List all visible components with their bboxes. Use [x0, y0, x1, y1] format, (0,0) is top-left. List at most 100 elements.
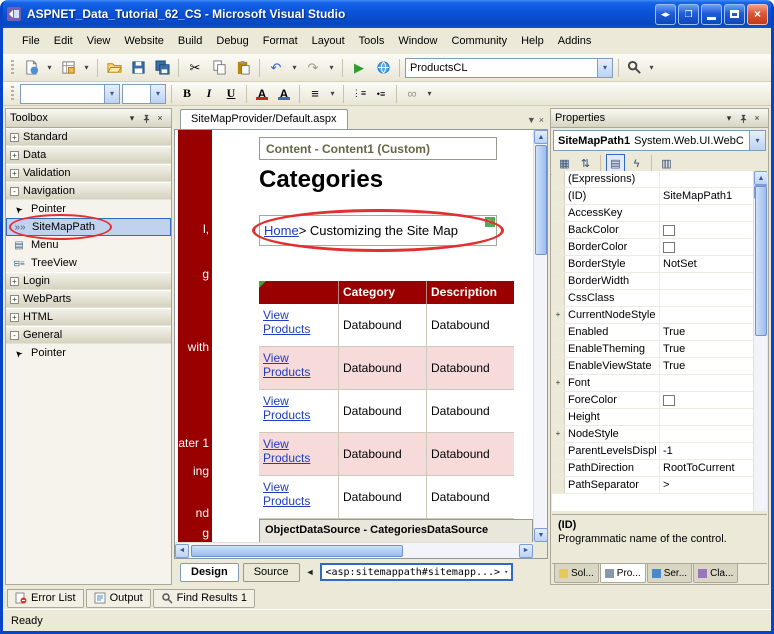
- toolbox-window-menu-icon[interactable]: ▾: [125, 111, 139, 125]
- property-row[interactable]: BorderStyleNotSet: [552, 256, 767, 273]
- navigate-combobox-dropdown-icon[interactable]: ▾: [597, 59, 612, 77]
- toolbox-item-pointer[interactable]: ➤ Pointer: [6, 200, 171, 218]
- property-row[interactable]: (Expressions): [552, 171, 767, 188]
- close-document-icon[interactable]: ×: [539, 115, 544, 125]
- menu-format[interactable]: Format: [256, 31, 305, 51]
- tab-properties[interactable]: Pro...: [600, 564, 646, 583]
- menu-view[interactable]: View: [80, 31, 118, 51]
- property-row[interactable]: +NodeStyle: [552, 426, 767, 443]
- float-panes-button[interactable]: ◂▸: [655, 4, 676, 25]
- align-dropdown-icon[interactable]: ▾: [327, 83, 338, 105]
- toolbox-item-sitemappath[interactable]: »» SiteMapPath: [6, 218, 171, 236]
- vertical-scroll-thumb[interactable]: [535, 145, 547, 255]
- smart-tag-icon[interactable]: ▸: [485, 217, 495, 227]
- properties-pin-icon[interactable]: [736, 111, 750, 125]
- tag-navigator-left-icon[interactable]: ◄: [304, 567, 317, 577]
- tag-navigator-selected[interactable]: <asp:sitemappath#sitemapp...> ▾: [320, 563, 513, 581]
- find-in-files-icon[interactable]: [624, 58, 644, 78]
- tab-solution-explorer[interactable]: Sol...: [554, 564, 599, 583]
- toolbar-grip[interactable]: [11, 86, 14, 102]
- menu-debug[interactable]: Debug: [209, 31, 255, 51]
- maximize-button[interactable]: [724, 4, 745, 25]
- property-row[interactable]: +Font: [552, 375, 767, 392]
- font-name-combobox[interactable]: ▾: [20, 84, 120, 104]
- restore-layout-button[interactable]: ❐: [678, 4, 699, 25]
- property-row[interactable]: EnabledTrue: [552, 324, 767, 341]
- scroll-up-icon[interactable]: ▲: [754, 171, 767, 185]
- horizontal-scroll-thumb[interactable]: [191, 545, 403, 557]
- source-view-button[interactable]: Source: [243, 563, 300, 582]
- toolbar-grip[interactable]: [11, 60, 14, 76]
- toolbox-section-validation[interactable]: + Validation: [6, 164, 171, 182]
- redo-icon[interactable]: ↷: [302, 57, 324, 79]
- new-website-icon[interactable]: [20, 57, 42, 79]
- numbered-list-icon[interactable]: ⋮≡: [349, 84, 369, 104]
- tab-class-view[interactable]: Cla...: [693, 564, 738, 583]
- categories-gridview[interactable]: Category Description View Products Datab…: [259, 281, 514, 519]
- toolbox-section-standard[interactable]: + Standard: [6, 128, 171, 146]
- menu-window[interactable]: Window: [391, 31, 444, 51]
- tab-output[interactable]: Output: [86, 589, 151, 608]
- add-item-dropdown-icon[interactable]: ▾: [81, 57, 92, 79]
- scroll-down-icon[interactable]: ▼: [534, 528, 548, 542]
- new-website-dropdown-icon[interactable]: ▾: [44, 57, 55, 79]
- design-horizontal-scrollbar[interactable]: ◄ ►: [175, 542, 533, 558]
- property-row[interactable]: BorderColor: [552, 239, 767, 256]
- toolbar-options-icon[interactable]: ▾: [646, 57, 657, 79]
- toolbox-section-html[interactable]: + HTML: [6, 308, 171, 326]
- toolbox-section-login[interactable]: + Login: [6, 272, 171, 290]
- properties-window-menu-icon[interactable]: ▾: [722, 111, 736, 125]
- font-size-combobox[interactable]: ▾: [122, 84, 166, 104]
- view-products-link[interactable]: View Products: [263, 437, 315, 465]
- design-view-button[interactable]: Design: [180, 563, 239, 582]
- italic-button[interactable]: I: [199, 84, 219, 104]
- redo-dropdown-icon[interactable]: ▾: [326, 57, 337, 79]
- menu-help[interactable]: Help: [514, 31, 551, 51]
- bold-button[interactable]: B: [177, 84, 197, 104]
- navigate-combobox[interactable]: ProductsCL ▾: [405, 58, 613, 78]
- vertical-scroll-thumb[interactable]: [755, 186, 767, 336]
- undo-icon[interactable]: ↶: [265, 57, 287, 79]
- sitemappath-control[interactable]: Home > Customizing the Site Map ▸: [259, 215, 497, 246]
- toolbox-pin-icon[interactable]: [139, 111, 153, 125]
- scroll-up-icon[interactable]: ▲: [534, 130, 548, 144]
- open-file-icon[interactable]: [103, 57, 125, 79]
- save-icon[interactable]: [127, 57, 149, 79]
- cut-icon[interactable]: ✂: [184, 57, 206, 79]
- view-products-link[interactable]: View Products: [263, 308, 315, 336]
- menu-community[interactable]: Community: [444, 31, 514, 51]
- align-icon[interactable]: ≡: [305, 84, 325, 104]
- save-all-icon[interactable]: [151, 57, 173, 79]
- property-row[interactable]: (ID)SiteMapPath1: [552, 188, 767, 205]
- property-row[interactable]: BackColor: [552, 222, 767, 239]
- propgrid-scrollbar[interactable]: ▲ ▼: [753, 171, 767, 511]
- title-bar[interactable]: ASPNET_Data_Tutorial_62_CS - Microsoft V…: [0, 0, 774, 28]
- bullet-list-icon[interactable]: •≡: [371, 84, 391, 104]
- toolbox-section-webparts[interactable]: + WebParts: [6, 290, 171, 308]
- property-row[interactable]: +CurrentNodeStyle: [552, 307, 767, 324]
- font-size-dropdown-icon[interactable]: ▾: [150, 85, 165, 103]
- property-row[interactable]: ForeColor: [552, 392, 767, 409]
- scroll-right-icon[interactable]: ►: [519, 544, 533, 558]
- design-surface[interactable]: l, g with ater 1 ing nd g Content - Cont…: [175, 130, 533, 542]
- property-row[interactable]: EnableThemingTrue: [552, 341, 767, 358]
- object-selector-dropdown-icon[interactable]: ▾: [749, 131, 765, 150]
- content-placeholder-header[interactable]: Content - Content1 (Custom): [259, 137, 497, 160]
- property-row[interactable]: EnableViewStateTrue: [552, 358, 767, 375]
- property-row[interactable]: ParentLevelsDispl-1: [552, 443, 767, 460]
- copy-icon[interactable]: [208, 57, 230, 79]
- font-color-icon[interactable]: A: [252, 84, 272, 104]
- menu-edit[interactable]: Edit: [47, 31, 80, 51]
- menu-addins[interactable]: Addins: [551, 31, 599, 51]
- property-row[interactable]: BorderWidth: [552, 273, 767, 290]
- highlight-color-icon[interactable]: A: [274, 84, 294, 104]
- menu-build[interactable]: Build: [171, 31, 209, 51]
- close-button[interactable]: ×: [747, 4, 768, 25]
- view-products-link[interactable]: View Products: [263, 394, 315, 422]
- view-products-link[interactable]: View Products: [263, 480, 315, 508]
- property-row[interactable]: AccessKey: [552, 205, 767, 222]
- browse-icon[interactable]: [372, 57, 394, 79]
- scroll-left-icon[interactable]: ◄: [175, 544, 189, 558]
- hyperlink-icon[interactable]: ∞: [402, 84, 422, 104]
- toolbox-item-treeview[interactable]: ⊟≡ TreeView: [6, 254, 171, 272]
